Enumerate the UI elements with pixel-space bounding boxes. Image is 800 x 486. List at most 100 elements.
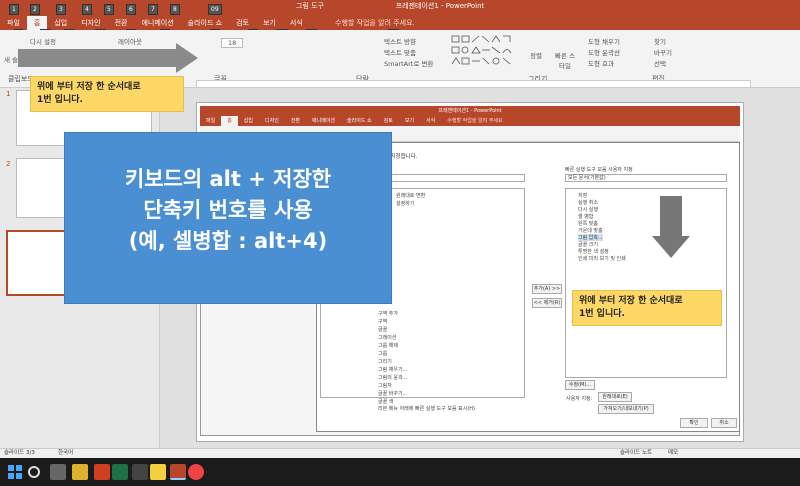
tab-home[interactable]: 홈 (26, 16, 48, 30)
inner-title-bar: 프레젠테이션1 - PowerPoint (200, 106, 740, 116)
tab-transitions[interactable]: 전환 (108, 16, 135, 30)
find-button[interactable]: 찾기 (654, 36, 666, 46)
qat-item[interactable]: 글꼴 크기 (578, 241, 598, 248)
import-export-dropdown[interactable]: 가져오기/내보내기(P) (598, 404, 654, 414)
layout-button[interactable]: 레이아웃 (118, 36, 142, 46)
search-icon[interactable] (28, 466, 40, 478)
tab-design[interactable]: 디자인 (74, 16, 107, 30)
language: 한국어 (58, 450, 74, 456)
instruction-line-2: 단축키 번호를 사용 (143, 198, 313, 222)
list-item[interactable]: 원래대로 변환 (396, 192, 425, 199)
smartart-button[interactable]: SmartArt로 변환 (384, 58, 433, 68)
text-align-button[interactable]: 텍스트 맞춤 (384, 47, 416, 57)
inner-tab: 삽입 (243, 118, 254, 124)
shape-effect-button[interactable]: 도형 효과 (588, 58, 614, 68)
file-explorer-icon[interactable] (72, 464, 88, 480)
list-item[interactable]: 그룹 (378, 350, 387, 357)
tab-file[interactable]: 파일 (0, 16, 27, 30)
inner-search: 수행할 작업을 알려 주세요 (447, 118, 503, 124)
keytip-4: 4 (82, 4, 92, 15)
tab-animations[interactable]: 애니메이션 (134, 16, 180, 30)
shape-outline-button[interactable]: 도형 윤곽선 (588, 47, 620, 57)
qat-item[interactable]: 셀 병합 (578, 213, 593, 220)
keytip-6: 6 (126, 4, 136, 15)
tell-me-search[interactable]: 수행할 작업을 알려 주세요. (335, 16, 415, 30)
qat-item[interactable]: 투명한 색 설정 (578, 248, 609, 255)
list-item[interactable]: 그룹 해제 (378, 342, 398, 349)
inner-tab: 검토 (383, 118, 393, 124)
reset-dropdown[interactable]: 원래대로(E) (598, 392, 632, 402)
qat-item[interactable]: 인쇄 미리 보기 및 인쇄 (578, 255, 626, 262)
select-button[interactable]: 선택 (654, 58, 666, 68)
qat-below-ribbon-checkbox[interactable]: 리본 메뉴 아래에 빠른 실행 도구 모음 표시(H) (378, 405, 475, 412)
note-top-line-2: 1번 입니다. (37, 95, 83, 105)
cancel-button[interactable]: 취소 (711, 418, 737, 428)
list-item[interactable]: 그리기 (378, 358, 392, 365)
tab-slideshow[interactable]: 슬라이드 쇼 (181, 16, 229, 30)
keytip-2: 2 (30, 4, 40, 15)
add-button[interactable]: 추가(A) >> (532, 284, 562, 294)
note-right: 위에 부터 저장 한 순서대로 1번 입니다. (572, 290, 722, 326)
arrange-button[interactable]: 정렬 (530, 50, 542, 60)
qat-item[interactable]: 실행 취소 (578, 199, 598, 206)
task-view-icon[interactable] (50, 464, 66, 480)
notes-button[interactable]: 슬라이드 노트 (620, 449, 652, 458)
slide-count: 슬라이드 3/3 (4, 450, 35, 456)
text-direction-button[interactable]: 텍스트 방향 (384, 36, 416, 46)
arrow-right-head (176, 43, 198, 73)
tab-insert[interactable]: 삽입 (47, 16, 74, 30)
list-item[interactable]: 그림자 (378, 382, 392, 389)
windows-start-icon[interactable] (8, 465, 22, 479)
keytip-7: 7 (148, 4, 158, 15)
inner-tab: 홈 (221, 116, 238, 126)
list-item[interactable]: 글꼴 색 (378, 398, 393, 405)
chat-icon[interactable] (150, 464, 166, 480)
instruction-line-1: 키보드의 alt + 저장한 (124, 167, 332, 191)
list-item[interactable]: 구역 추가 (378, 310, 398, 317)
list-item[interactable]: 그림의 윤곽... (378, 374, 407, 381)
list-item[interactable]: 구역 (378, 318, 387, 325)
tab-review[interactable]: 검토 (229, 16, 256, 30)
remove-button[interactable]: << 제거(R) (532, 298, 562, 308)
arrow-right-shape (18, 49, 176, 67)
ok-button[interactable]: 확인 (680, 418, 708, 428)
shape-fill-button[interactable]: 도형 채우기 (588, 36, 620, 46)
list-item[interactable]: 글꼴 (378, 326, 387, 333)
qat-item-selected[interactable]: 그림 압축... (578, 234, 603, 241)
inner-tab: 서식 (426, 118, 436, 124)
right-doc-select[interactable]: 모든 문서(기본값) (565, 174, 727, 182)
reset-button[interactable]: 다시 설정 (30, 36, 56, 46)
tab-format[interactable]: 서식 (283, 16, 310, 30)
list-item[interactable]: 설정하기 (396, 200, 414, 207)
tab-view[interactable]: 보기 (256, 16, 283, 30)
list-item[interactable]: 그래이션 (378, 334, 396, 341)
font-size-box[interactable]: 18 (221, 38, 244, 48)
note-top: 위에 부터 저장 한 순서대로 1번 입니다. (30, 76, 184, 112)
keytip-3: 3 (56, 4, 66, 15)
qat-item[interactable]: 가운데 맞춤 (578, 227, 603, 234)
list-item[interactable]: 글꼴 바꾸기... (378, 390, 407, 397)
shapes-gallery[interactable] (450, 34, 525, 68)
inner-tab: 슬라이드 쇼 (347, 118, 372, 124)
custom-label: 사용자 지정: (566, 396, 593, 402)
excel-icon[interactable] (112, 464, 128, 480)
powerpoint-icon[interactable] (170, 464, 186, 480)
app-icon[interactable] (94, 464, 110, 480)
note-right-line-1: 위에 부터 저장 한 순서대로 (579, 296, 683, 306)
inner-tab: 전환 (290, 118, 301, 124)
qat-item[interactable]: 다시 실행 (578, 206, 598, 213)
modify-button[interactable]: 수정(M)... (565, 380, 595, 390)
app-icon[interactable] (132, 464, 148, 480)
list-item[interactable]: 그림 채우기... (378, 366, 407, 373)
comments-button[interactable]: 메모 (668, 449, 678, 458)
keytip-5: 5 (104, 4, 114, 15)
slide-number-1: 1 (6, 90, 11, 98)
inner-tab: 애니메이션 (312, 118, 336, 124)
horizontal-ruler (196, 80, 751, 88)
qat-item[interactable]: 왼쪽 맞춤 (578, 220, 598, 227)
qat-item[interactable]: 저장 (578, 192, 587, 199)
inner-tab: 디자인 (265, 118, 279, 124)
replace-button[interactable]: 바꾸기 (654, 47, 672, 57)
chrome-icon[interactable] (188, 464, 204, 480)
quick-style-button[interactable]: 빠른 스타일 (554, 50, 576, 70)
